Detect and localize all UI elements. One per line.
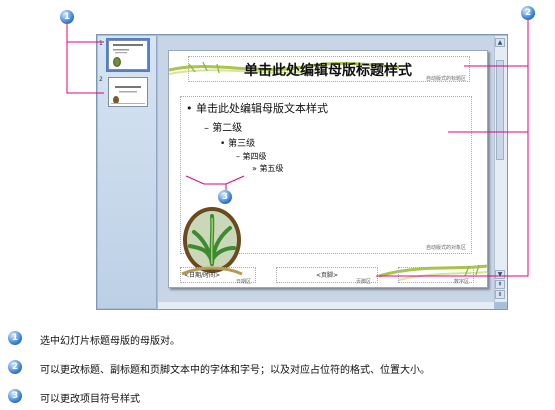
legend-badge-2: 2 [8,360,22,374]
callout-badge-2: 2 [521,6,535,20]
legend-badge-1: 1 [8,331,22,345]
legend-badge-3: 3 [8,389,22,403]
legend-text-1: 选中幻灯片标题母版的母版对。 [40,336,180,347]
callout-badge-1: 1 [60,10,74,24]
legend-text-2: 可以更改标题、副标题和页脚文本中的字体和字号；以及对应占位符的格式、位置大小。 [40,365,430,376]
callout-badge-3: 3 [218,190,232,204]
callout-lines [66,20,529,277]
legend-text-3: 可以更改项目符号样式 [40,394,140,405]
